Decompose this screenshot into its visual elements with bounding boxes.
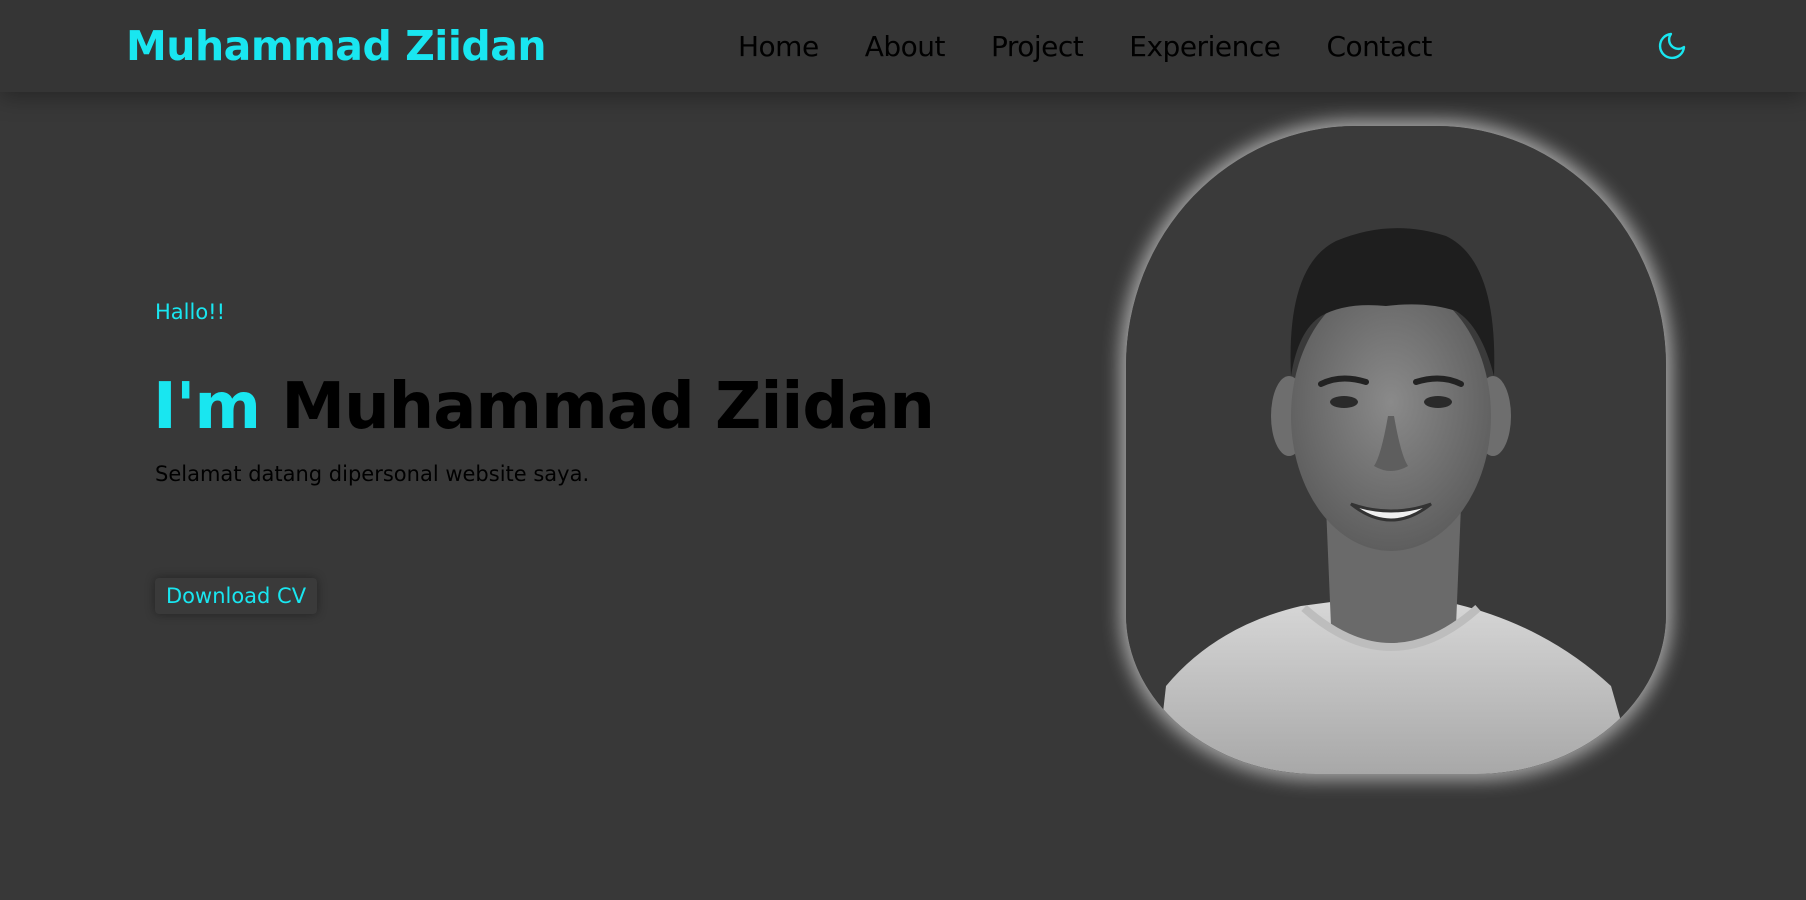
hero-headline: I'm Muhammad Ziidan (153, 370, 935, 444)
nav-links: Home About Project Experience Contact (738, 30, 1432, 63)
nav-link-experience[interactable]: Experience (1129, 30, 1281, 63)
nav-link-project[interactable]: Project (991, 30, 1084, 63)
theme-toggle-button[interactable] (1656, 30, 1688, 62)
headline-prefix: I'm (153, 370, 261, 444)
nav-link-home[interactable]: Home (738, 30, 819, 63)
brand-logo[interactable]: Muhammad Ziidan (126, 22, 547, 70)
greeting-text: Hallo!! (155, 300, 226, 324)
download-cv-button[interactable]: Download CV (155, 578, 318, 614)
hero-subtitle: Selamat datang dipersonal website saya. (155, 462, 590, 486)
moon-icon (1658, 32, 1686, 60)
nav-link-about[interactable]: About (865, 30, 946, 63)
person-portrait-icon (1126, 126, 1666, 774)
nav-link-contact[interactable]: Contact (1326, 30, 1432, 63)
navbar: Muhammad Ziidan Home About Project Exper… (0, 0, 1806, 92)
headline-name: Muhammad Ziidan (281, 370, 934, 444)
profile-photo (1126, 126, 1666, 774)
